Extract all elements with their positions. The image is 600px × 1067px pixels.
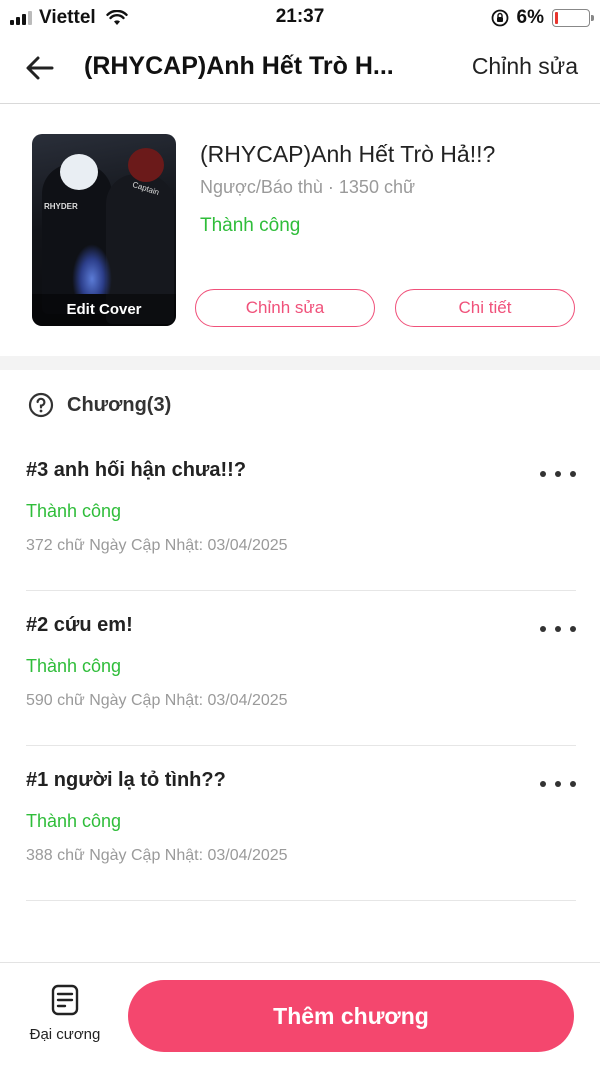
nav-bar: (RHYCAP)Anh Hết Trò H... Chỉnh sửa	[0, 34, 600, 104]
back-button[interactable]	[22, 50, 58, 86]
chapter-status: Thành công	[26, 501, 122, 521]
chapter-status: Thành công	[26, 811, 122, 831]
chapter-item[interactable]: #1 người lạ tỏ tình?? Thành công 388 chữ…	[26, 746, 576, 901]
page-title: (RHYCAP)Anh Hết Trò H...	[84, 52, 394, 80]
book-info: RHYDER Captain Edit Cover (RHYCAP)Anh Hế…	[0, 105, 600, 355]
battery-icon	[552, 9, 594, 27]
battery-percent: 6%	[516, 7, 544, 28]
more-dots-icon[interactable]	[540, 774, 576, 794]
chapter-meta: 372 chữ Ngày Cập Nhật: 03/04/2025	[26, 537, 288, 554]
chapter-status: Thành công	[26, 656, 122, 676]
status-bar: Viettel 21:37 6%	[0, 0, 600, 34]
edit-cover-label[interactable]: Edit Cover	[32, 294, 176, 326]
chapter-title: #3 anh hối hận chưa!!?	[26, 459, 247, 481]
rotation-lock-icon	[491, 9, 508, 27]
more-dots-icon[interactable]	[540, 464, 576, 484]
book-detail-button[interactable]: Chi tiết	[395, 289, 575, 327]
cover-flame-graphic	[72, 244, 112, 294]
status-right: 6%	[491, 7, 594, 29]
add-chapter-button[interactable]: Thêm chương	[128, 980, 574, 1052]
chapter-item[interactable]: #3 anh hối hận chưa!!? Thành công 372 ch…	[26, 436, 576, 591]
nav-edit-button[interactable]: Chỉnh sửa	[472, 53, 578, 80]
book-status: Thành công	[200, 215, 301, 236]
back-arrow-icon	[26, 56, 54, 80]
book-title: (RHYCAP)Anh Hết Trò Hả!!?	[200, 141, 496, 167]
chapters-count-label: Chương(3)	[67, 393, 172, 416]
chapter-meta: 590 chữ Ngày Cập Nhật: 03/04/2025	[26, 692, 288, 709]
cover-figure-right-head	[128, 148, 164, 182]
cover-figure-left-head	[60, 154, 98, 190]
outline-button[interactable]: Đại cương	[20, 983, 110, 1053]
more-dots-icon[interactable]	[540, 619, 576, 639]
chapter-meta: 388 chữ Ngày Cập Nhật: 03/04/2025	[26, 847, 288, 864]
chapter-item[interactable]: #2 cứu em! Thành công 590 chữ Ngày Cập N…	[26, 591, 576, 746]
chapters-header: Chương(3)	[28, 390, 171, 420]
book-cover[interactable]: RHYDER Captain Edit Cover	[32, 134, 176, 326]
help-circle-icon[interactable]	[28, 392, 54, 418]
cover-text-left: RHYDER	[44, 202, 78, 211]
book-meta: Ngược/Báo thù · 1350 chữ	[200, 177, 416, 197]
bottom-bar: Đại cương Thêm chương	[0, 962, 600, 1067]
section-divider	[0, 356, 600, 370]
chapter-title: #2 cứu em!	[26, 614, 133, 636]
chapter-title: #1 người lạ tỏ tình??	[26, 769, 226, 791]
edit-book-button[interactable]: Chỉnh sửa	[195, 289, 375, 327]
outline-label: Đại cương	[29, 1026, 101, 1043]
document-icon	[51, 984, 79, 1016]
